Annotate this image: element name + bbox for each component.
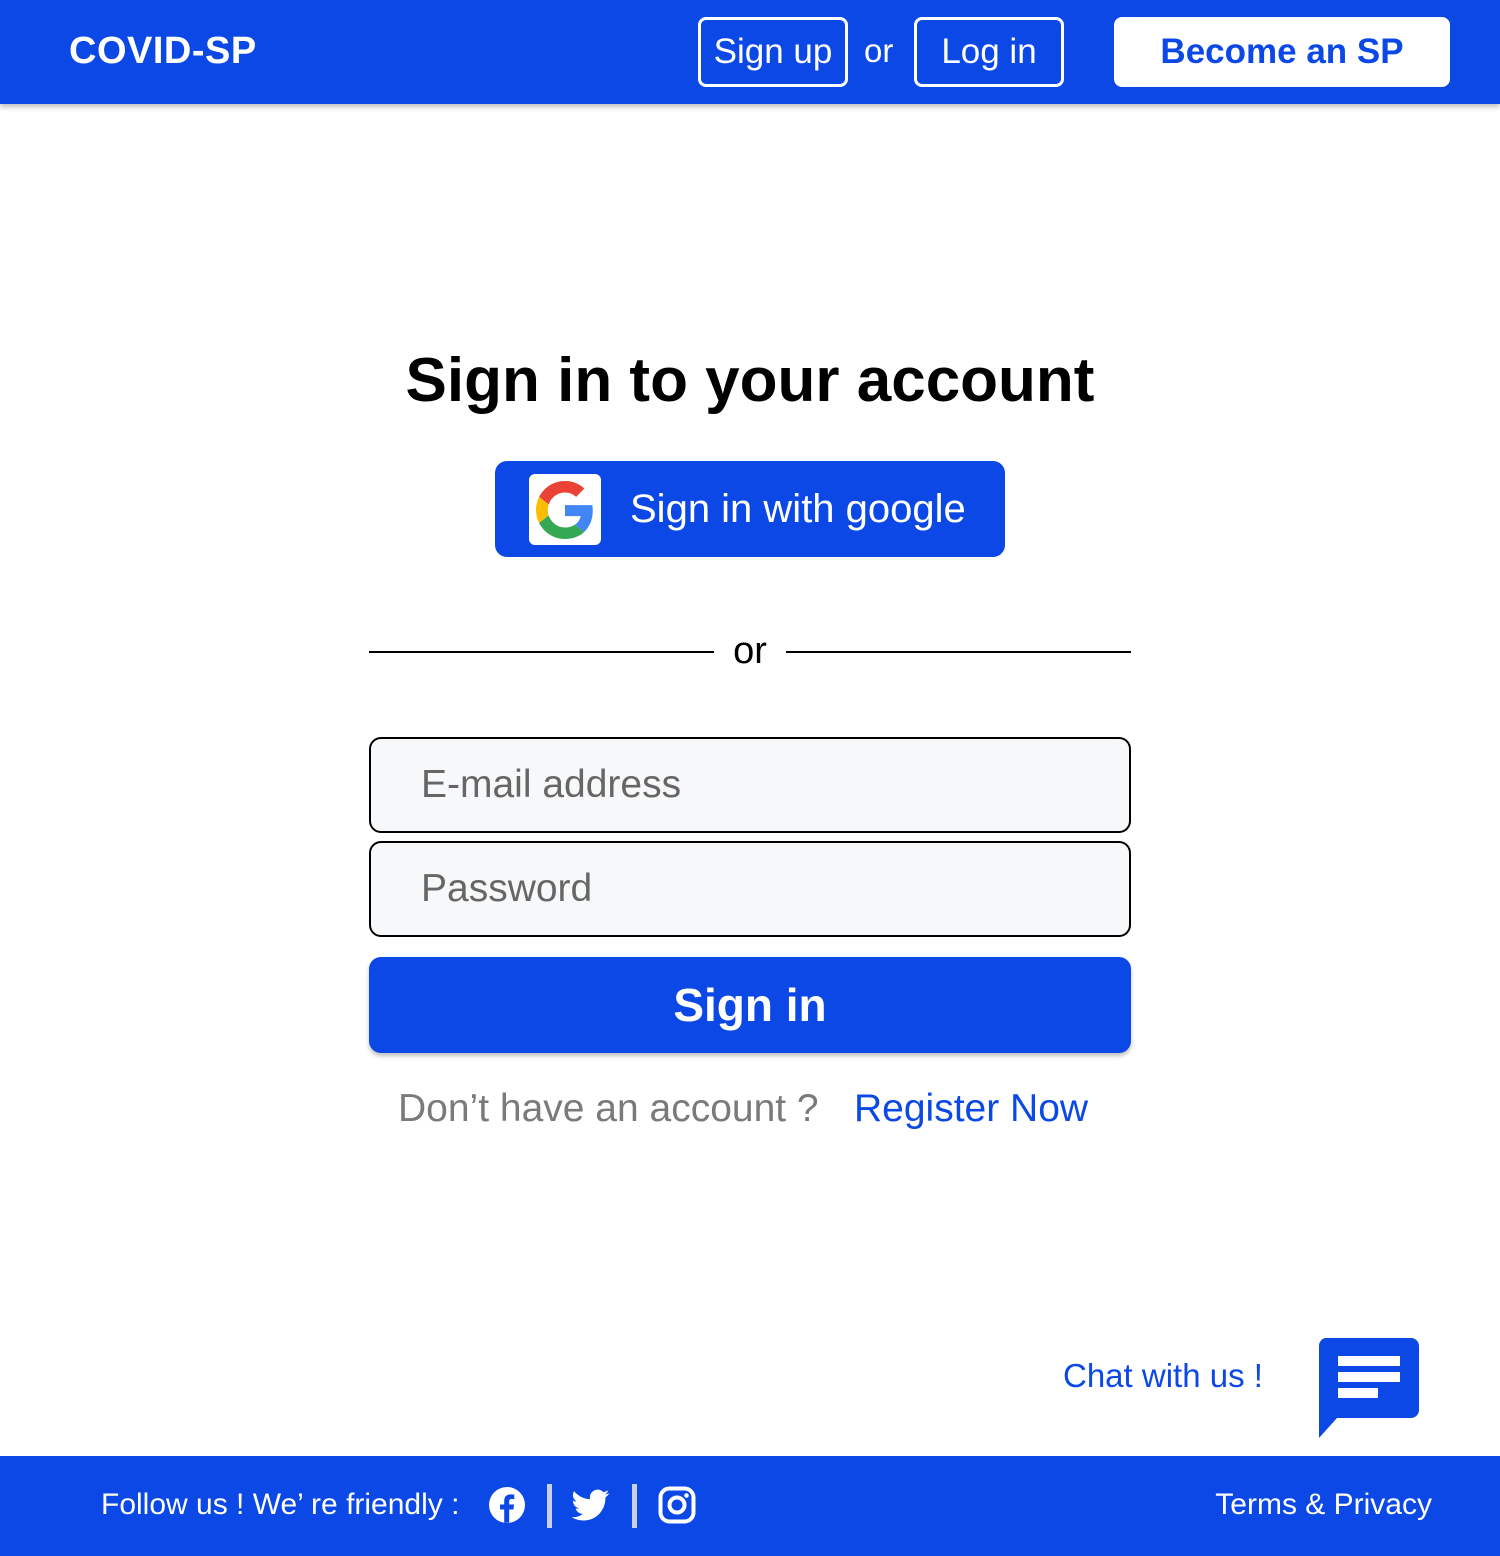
google-button-label: Sign in with google: [630, 487, 966, 531]
email-field[interactable]: [369, 737, 1131, 833]
sign-in-button[interactable]: Sign in: [369, 957, 1131, 1053]
twitter-icon[interactable]: [571, 1486, 610, 1524]
google-icon: [529, 474, 601, 545]
chat-bubble-icon[interactable]: [1318, 1338, 1420, 1438]
brand-logo-text[interactable]: COVID-SP: [69, 30, 257, 73]
divider-line-right: [786, 651, 1131, 653]
become-sp-button[interactable]: Become an SP: [1114, 17, 1450, 87]
top-navbar: COVID-SP Sign up or Log in Become an SP: [0, 0, 1500, 104]
password-field[interactable]: [369, 841, 1131, 937]
terms-privacy-link[interactable]: Terms & Privacy: [1215, 1488, 1432, 1522]
footer: Follow us ! We’ re friendly : Terms & Pr…: [0, 1456, 1500, 1556]
social-separator: [632, 1484, 637, 1528]
instagram-icon[interactable]: [658, 1486, 696, 1524]
sign-in-with-google-button[interactable]: Sign in with google: [495, 461, 1005, 557]
sign-up-button[interactable]: Sign up: [698, 17, 848, 87]
social-separator: [547, 1484, 552, 1528]
facebook-icon[interactable]: [488, 1486, 526, 1524]
no-account-text: Don’t have an account ?: [398, 1087, 819, 1130]
log-in-button[interactable]: Log in: [914, 17, 1064, 87]
page-title: Sign in to your account: [405, 346, 1095, 415]
chat-with-us-link[interactable]: Chat with us !: [1063, 1357, 1263, 1395]
nav-or-text: or: [864, 32, 894, 69]
follow-us-text: Follow us ! We’ re friendly :: [101, 1488, 460, 1521]
divider-or-text: or: [733, 630, 767, 672]
register-now-link[interactable]: Register Now: [854, 1087, 1088, 1131]
